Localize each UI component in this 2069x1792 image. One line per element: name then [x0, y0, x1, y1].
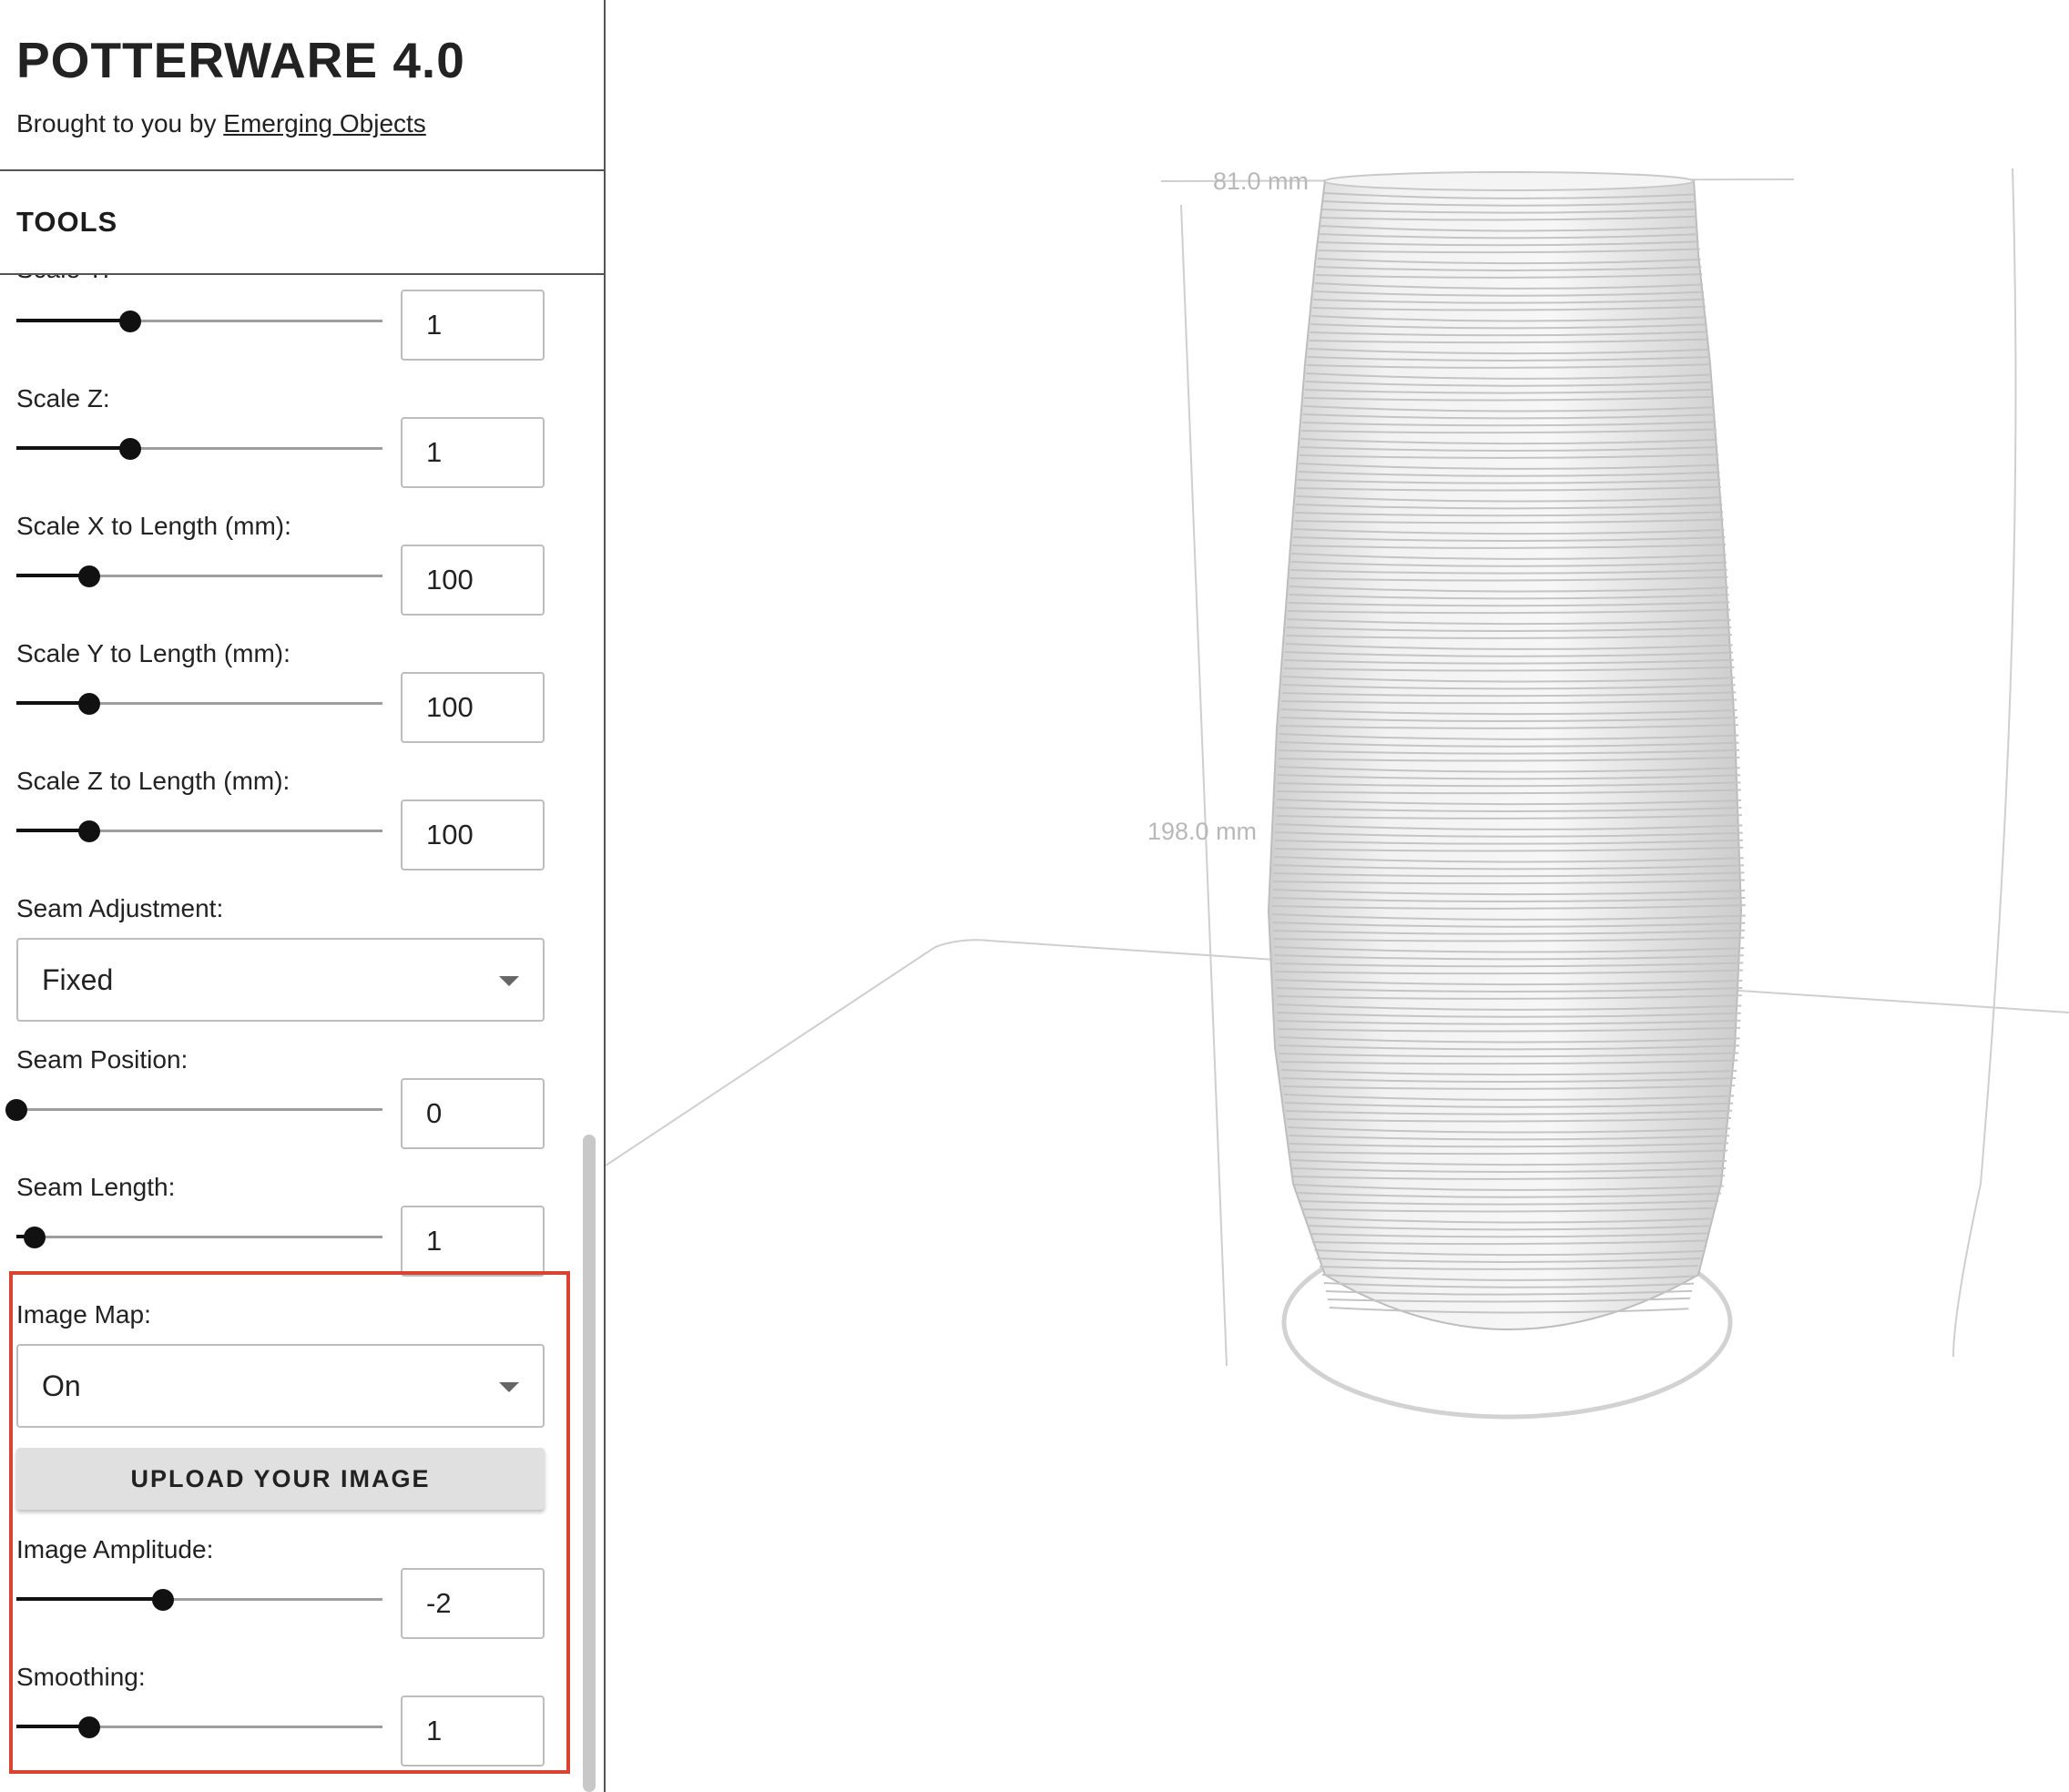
width-dimension-label: 81.0 mm	[1213, 168, 1310, 195]
app-header: POTTERWARE 4.0 Brought to you by Emergin…	[0, 0, 604, 171]
sidebar-scrollbar[interactable]	[583, 1135, 596, 1792]
scale-z-label: Scale Z:	[16, 384, 110, 412]
height-dimension-label: 198.0 mm	[1147, 818, 1258, 845]
scale-y-length-slider[interactable]	[16, 686, 382, 722]
scale-z-length-input[interactable]: 100	[401, 799, 545, 871]
scale-y-length-label: Scale Y to Length (mm):	[16, 639, 290, 667]
scale-z-input[interactable]: 1	[401, 417, 545, 488]
byline-prefix: Brought to you by	[16, 109, 217, 137]
scale-x-length-slider[interactable]	[16, 558, 382, 595]
seam-length-input[interactable]: 1	[401, 1206, 545, 1277]
scale-x-length-label: Scale X to Length (mm):	[16, 512, 291, 540]
slider-thumb[interactable]	[78, 693, 101, 715]
byline: Brought to you by Emerging Objects	[16, 109, 426, 138]
vase-rim	[1323, 171, 1695, 191]
slider-thumb[interactable]	[5, 1099, 27, 1121]
slider-thumb[interactable]	[118, 438, 141, 460]
vase-model	[1267, 171, 1746, 1420]
scale-y-label: Scale Y:	[16, 275, 109, 284]
seam-adjustment-select[interactable]: Fixed	[16, 938, 545, 1022]
seam-position-input[interactable]: 0	[401, 1078, 545, 1149]
3d-viewport[interactable]: 81.0 mm 198.0 mm	[606, 0, 2069, 1792]
seam-position-label: Seam Position:	[16, 1045, 189, 1074]
seam-position-slider[interactable]	[5, 1092, 382, 1128]
tools-title: TOOLS	[16, 206, 118, 238]
seam-length-slider[interactable]	[16, 1219, 382, 1256]
scale-z-slider[interactable]	[16, 431, 382, 467]
viewport-canvas	[606, 168, 2069, 1420]
slider-thumb[interactable]	[78, 820, 101, 842]
slider-thumb[interactable]	[24, 1227, 46, 1248]
scale-y-slider[interactable]	[16, 303, 382, 340]
dropdown-arrow-icon	[499, 976, 519, 986]
seam-length-label: Seam Length:	[16, 1173, 176, 1201]
tools-header: TOOLS	[0, 171, 604, 275]
scale-y-length-input[interactable]: 100	[401, 672, 545, 743]
emerging-objects-link[interactable]: Emerging Objects	[223, 109, 426, 137]
app-title: POTTERWARE 4.0	[16, 32, 465, 88]
scale-z-length-label: Scale Z to Length (mm):	[16, 767, 290, 795]
scale-x-length-input[interactable]: 100	[401, 545, 545, 616]
seam-adjustment-label: Seam Adjustment:	[16, 894, 224, 922]
highlight-box	[9, 1271, 570, 1774]
slider-thumb[interactable]	[78, 565, 101, 587]
scale-y-input[interactable]: 1	[401, 290, 545, 361]
scale-z-length-slider[interactable]	[16, 813, 382, 850]
seam-adjustment-value: Fixed	[42, 963, 114, 996]
sidebar: POTTERWARE 4.0 Brought to you by Emergin…	[0, 0, 606, 1792]
slider-thumb[interactable]	[118, 311, 141, 332]
